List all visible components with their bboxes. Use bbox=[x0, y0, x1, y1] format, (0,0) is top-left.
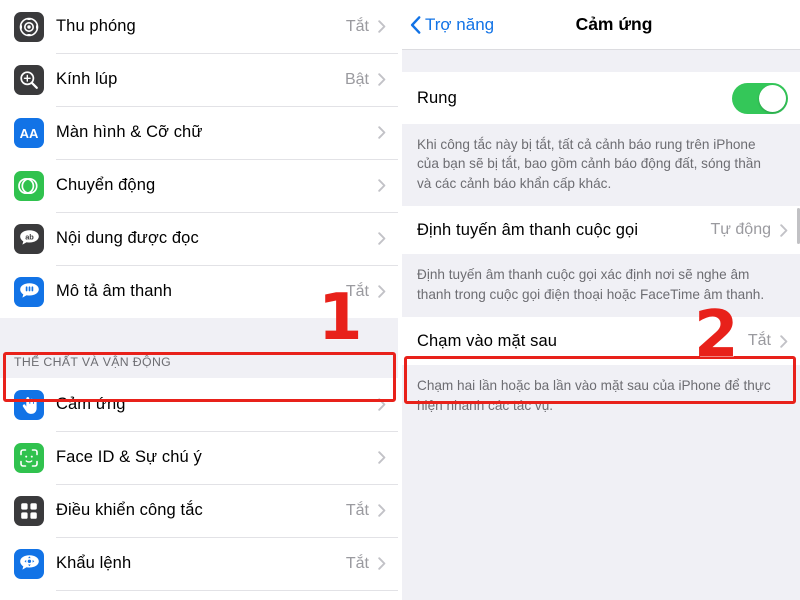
svg-text:ab: ab bbox=[25, 232, 34, 241]
row-value: Tắt bbox=[345, 17, 369, 35]
magnifier-icon bbox=[14, 64, 44, 95]
vibration-footnote: Khi công tắc này bị tắt, tất cả cảnh báo… bbox=[400, 124, 800, 207]
zoom-icon bbox=[14, 11, 44, 42]
chevron-right-icon bbox=[378, 451, 386, 464]
call-audio-routing-label: Định tuyến âm thanh cuộc gọi bbox=[417, 220, 639, 239]
sidebar-item-side-button[interactable]: Nút sườn bbox=[0, 590, 398, 600]
sidebar-item-label: Nội dung được đọc bbox=[56, 229, 199, 247]
accessibility-settings-panel: Thu phóng Tắt Kính lúp Bật AA Màn hình &… bbox=[0, 0, 400, 600]
chevron-right-icon bbox=[378, 126, 386, 139]
panel-divider bbox=[398, 0, 402, 600]
sidebar-item-label: Kính lúp bbox=[56, 70, 118, 88]
section-header-physical-motor: THỂ CHẤT VÀ VẬN ĐỘNG bbox=[14, 355, 172, 369]
sidebar-item-voice-control[interactable]: Khẩu lệnh Tắt bbox=[0, 537, 398, 590]
voice-control-icon bbox=[14, 548, 44, 579]
vibration-toggle[interactable] bbox=[732, 82, 788, 114]
back-tap-footnote: Chạm hai lần hoặc ba lần vào mặt sau của… bbox=[400, 365, 800, 429]
sidebar-item-label: Mô tả âm thanh bbox=[56, 282, 173, 300]
touch-settings-panel: Trợ năng Cảm ứng Rung Khi công tắc này b… bbox=[400, 0, 800, 600]
navigation-bar: Trợ năng Cảm ứng bbox=[400, 0, 800, 50]
sidebar-item-label: Cảm ứng bbox=[56, 395, 126, 413]
chevron-right-icon bbox=[780, 334, 788, 348]
switch-control-icon bbox=[14, 495, 44, 526]
chevron-right-icon bbox=[378, 179, 386, 192]
section-gap: THỂ CHẤT VÀ VẬN ĐỘNG bbox=[0, 318, 398, 378]
call-audio-routing-value: Tự động bbox=[710, 221, 771, 239]
sidebar-item-label: Thu phóng bbox=[56, 17, 136, 35]
sidebar-item-label: Face ID & Sự chú ý bbox=[56, 448, 202, 466]
back-button[interactable]: Trợ năng bbox=[410, 15, 494, 35]
call-audio-footnote: Định tuyến âm thanh cuộc gọi xác định nơ… bbox=[400, 254, 800, 318]
back-button-label: Trợ năng bbox=[425, 14, 495, 34]
face-id-icon bbox=[14, 442, 44, 473]
motion-icon bbox=[14, 170, 44, 201]
back-tap-row[interactable]: Chạm vào mặt sau Tắt bbox=[400, 317, 800, 366]
top-spacer bbox=[400, 50, 800, 72]
row-value: Tắt bbox=[345, 501, 369, 519]
svg-text:AA: AA bbox=[20, 126, 39, 141]
sidebar-item-magnifier[interactable]: Kính lúp Bật bbox=[0, 53, 398, 106]
chevron-right-icon bbox=[378, 398, 386, 411]
settings-group-bottom: Cảm ứng Face ID & Sự chú ý Điều khiển cô… bbox=[0, 378, 398, 600]
chevron-right-icon bbox=[378, 557, 386, 570]
sidebar-item-motion[interactable]: Chuyển động bbox=[0, 159, 398, 212]
display-text-size-icon: AA bbox=[14, 117, 44, 148]
toggle-knob bbox=[759, 84, 786, 112]
row-value: Tắt bbox=[345, 282, 369, 300]
screenshot-root: Thu phóng Tắt Kính lúp Bật AA Màn hình &… bbox=[0, 0, 800, 600]
chevron-right-icon bbox=[378, 73, 386, 86]
sidebar-item-label: Màn hình & Cỡ chữ bbox=[56, 123, 203, 141]
chevron-right-icon bbox=[378, 504, 386, 517]
sidebar-item-switch-control[interactable]: Điều khiển công tắc Tắt bbox=[0, 484, 398, 537]
chevron-right-icon bbox=[780, 224, 788, 237]
sidebar-item-display-text-size[interactable]: AA Màn hình & Cỡ chữ bbox=[0, 106, 398, 159]
row-value: Bật bbox=[344, 70, 369, 88]
chevron-right-icon bbox=[378, 232, 386, 245]
spoken-content-icon: ab bbox=[14, 223, 44, 254]
vibration-row[interactable]: Rung bbox=[400, 72, 800, 124]
touch-hand-icon bbox=[14, 389, 44, 420]
audio-description-icon bbox=[14, 276, 44, 307]
sidebar-item-zoom[interactable]: Thu phóng Tắt bbox=[0, 0, 398, 53]
chevron-left-icon bbox=[410, 15, 421, 34]
sidebar-item-label: Điều khiển công tắc bbox=[56, 501, 203, 519]
sidebar-item-label: Khẩu lệnh bbox=[56, 554, 132, 572]
back-tap-label: Chạm vào mặt sau bbox=[417, 331, 558, 350]
row-value: Tắt bbox=[345, 554, 369, 572]
sidebar-item-touch[interactable]: Cảm ứng bbox=[0, 378, 398, 431]
sidebar-item-audio-description[interactable]: Mô tả âm thanh Tắt bbox=[0, 265, 398, 318]
chevron-right-icon bbox=[378, 285, 386, 298]
chevron-right-icon bbox=[378, 20, 386, 33]
sidebar-item-spoken-content[interactable]: ab Nội dung được đọc bbox=[0, 212, 398, 265]
sidebar-item-face-id[interactable]: Face ID & Sự chú ý bbox=[0, 431, 398, 484]
back-tap-value: Tắt bbox=[747, 332, 771, 350]
settings-group-top: Thu phóng Tắt Kính lúp Bật AA Màn hình &… bbox=[0, 0, 398, 318]
sidebar-item-label: Chuyển động bbox=[56, 176, 156, 194]
call-audio-routing-row[interactable]: Định tuyến âm thanh cuộc gọi Tự động bbox=[400, 206, 800, 255]
page-title-text: Cảm ứng bbox=[575, 14, 653, 34]
vibration-label: Rung bbox=[417, 88, 457, 107]
